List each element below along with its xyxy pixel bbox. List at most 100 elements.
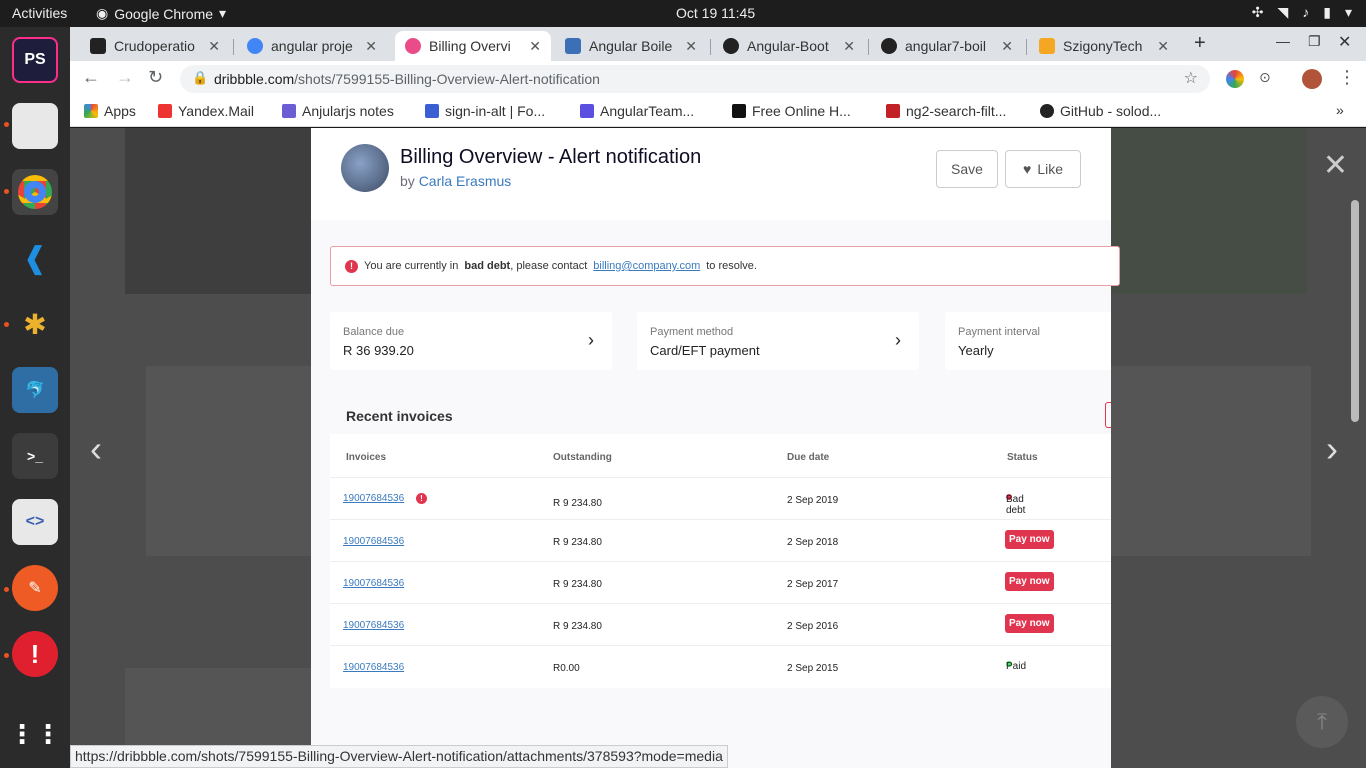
pay-now-button[interactable]: Pay now xyxy=(1005,530,1054,549)
pay-now-button[interactable]: Pay now xyxy=(1005,572,1054,591)
vscode-icon[interactable]: ❰ xyxy=(12,235,58,281)
alert-text: to resolve. xyxy=(706,260,757,272)
outstanding-amount: R 9 234.80 xyxy=(553,537,602,548)
bookmark-yandex-mail[interactable]: Yandex.Mail xyxy=(158,103,254,119)
payment-interval-card[interactable]: Payment interval Yearly xyxy=(945,312,1111,370)
close-tab-icon[interactable]: ✕ xyxy=(685,38,697,55)
invoice-link[interactable]: 19007684536 xyxy=(343,620,404,631)
invoice-link[interactable]: 19007684536 xyxy=(343,578,404,589)
bookmark-free-online[interactable]: Free Online H... xyxy=(732,103,851,119)
bookmark-ng2-search[interactable]: ng2-search-filt... xyxy=(886,103,1006,119)
clock[interactable]: Oct 19 11:45 xyxy=(676,5,755,21)
github-icon xyxy=(723,38,739,54)
notes-icon xyxy=(282,104,296,118)
terminal-icon[interactable]: >_ xyxy=(12,433,58,479)
code-editor-icon[interactable]: <> xyxy=(12,499,58,545)
author-link[interactable]: Carla Erasmus xyxy=(419,173,512,189)
mysql-workbench-icon[interactable]: 🐬 xyxy=(12,367,58,413)
tab-separator xyxy=(233,39,234,55)
close-tab-icon[interactable]: ✕ xyxy=(1001,38,1013,55)
by-prefix: by xyxy=(400,173,415,189)
chevron-down-icon: ▾ xyxy=(219,5,227,21)
chevron-right-icon: › xyxy=(588,330,594,350)
tab-angular-boilerplate[interactable]: Angular Boile ✕ xyxy=(555,31,707,61)
link-status-bar: https://dribbble.com/shots/7599155-Billi… xyxy=(70,745,728,768)
balance-due-card[interactable]: Balance due R 36 939.20 › xyxy=(330,312,612,370)
bookmark-sign-in-alt[interactable]: sign-in-alt | Fo... xyxy=(425,103,545,119)
like-button[interactable]: ♥ Like xyxy=(1005,150,1081,188)
close-tab-icon[interactable]: ✕ xyxy=(208,38,220,55)
wifi-icon: ◥ xyxy=(1277,4,1289,20)
invoice-link[interactable]: 19007684536 xyxy=(343,662,404,673)
profile-avatar[interactable] xyxy=(1302,69,1322,89)
apps-icon xyxy=(84,104,98,118)
author-avatar[interactable] xyxy=(341,144,389,192)
bookmark-angularteam[interactable]: AngularTeam... xyxy=(580,103,694,119)
back-button[interactable]: ← xyxy=(82,67,100,88)
background-shot xyxy=(125,128,315,294)
postman-icon[interactable]: ✎ xyxy=(12,565,58,611)
scrollbar-thumb[interactable] xyxy=(1351,200,1359,422)
outstanding-amount: R 9 234.80 xyxy=(553,579,602,590)
close-modal-icon[interactable]: ✕ xyxy=(1323,148,1348,183)
files-icon[interactable] xyxy=(12,103,58,149)
bookmark-github-solod[interactable]: GitHub - solod... xyxy=(1040,103,1161,119)
system-tray[interactable]: ✣ ◥ ♪ ▮ ▾ xyxy=(1252,4,1352,21)
tab-crudoperation[interactable]: Crudoperatio ✕ xyxy=(80,31,230,61)
bookmark-anjularjs-notes[interactable]: Anjularjs notes xyxy=(282,103,394,119)
maximize-button[interactable]: ❐ xyxy=(1308,33,1321,50)
close-tab-icon[interactable]: ✕ xyxy=(529,38,541,55)
next-shot-arrow[interactable]: › xyxy=(1326,428,1338,470)
new-tab-button[interactable]: + xyxy=(1194,32,1206,55)
menu-icon[interactable]: ⋮ xyxy=(1338,67,1356,88)
close-tab-icon[interactable]: ✕ xyxy=(843,38,855,55)
billing-email-link[interactable]: billing@company.com xyxy=(593,260,700,272)
forward-button[interactable]: → xyxy=(116,67,134,88)
bookmark-star-icon[interactable]: ☆ xyxy=(1184,68,1198,88)
extension-color-icon[interactable] xyxy=(1226,70,1244,88)
app-grid-icon[interactable]: ⋮⋮ xyxy=(9,711,61,757)
extension-icon[interactable]: ⊙ xyxy=(1259,69,1271,86)
tab-szigonytech[interactable]: SzigonyTech ✕ xyxy=(1029,31,1179,61)
invoice-link[interactable]: 19007684536 xyxy=(343,536,404,547)
close-tab-icon[interactable]: ✕ xyxy=(365,38,377,55)
bookmarks-bar: Apps Yandex.Mail Anjularjs notes sign-in… xyxy=(70,97,1366,127)
previous-shot-arrow[interactable]: ‹ xyxy=(90,428,102,470)
payment-method-card[interactable]: Payment method Card/EFT payment › xyxy=(637,312,919,370)
scroll-to-top-button[interactable]: ⤒ xyxy=(1296,696,1348,748)
address-bar[interactable]: 🔒 dribbble.com/shots/7599155-Billing-Ove… xyxy=(180,65,1210,93)
pay-now-button[interactable]: Pay now xyxy=(1005,614,1054,633)
invoice-link[interactable]: 19007684536 xyxy=(343,493,404,504)
tab-billing-overview[interactable]: Billing Overvi ✕ xyxy=(395,31,551,61)
table-row: 19007684536 R 9 234.80 2 Sep 2017 Pay no… xyxy=(330,562,1111,604)
outstanding-amount: R0.00 xyxy=(553,663,580,674)
app-menu[interactable]: ◉ Google Chrome ▾ xyxy=(96,5,226,22)
tab-separator xyxy=(710,39,711,55)
github-icon xyxy=(881,38,897,54)
close-window-button[interactable]: ✕ xyxy=(1338,32,1351,52)
tab-angular-project[interactable]: angular proje ✕ xyxy=(237,31,387,61)
save-button[interactable]: Save xyxy=(936,150,998,188)
activities-button[interactable]: Activities xyxy=(12,5,67,21)
due-date: 2 Sep 2019 xyxy=(787,495,839,506)
tab-angular7-boilerplate[interactable]: angular7-boil ✕ xyxy=(871,31,1023,61)
table-row: 19007684536 R 9 234.80 2 Sep 2018 Pay no… xyxy=(330,520,1111,562)
slack-icon[interactable]: ✱ xyxy=(12,301,58,347)
running-indicator xyxy=(4,122,9,127)
chrome-icon[interactable] xyxy=(12,169,58,215)
alert-app-icon[interactable]: ! xyxy=(12,631,58,677)
flag-icon xyxy=(425,104,439,118)
page-content: ‹ › ✕ Billing Overview - Alert notificat… xyxy=(70,128,1366,768)
card-value: Card/EFT payment xyxy=(650,343,760,358)
chrome-icon: ◉ xyxy=(96,5,109,21)
bookmark-apps[interactable]: Apps xyxy=(84,103,136,119)
tab-angular-boot[interactable]: Angular-Boot ✕ xyxy=(713,31,865,61)
tab-label: Angular-Boot xyxy=(747,38,829,54)
phpstorm-icon[interactable]: PS xyxy=(12,37,58,83)
more-bookmarks-icon[interactable]: » xyxy=(1336,102,1344,118)
minimize-button[interactable]: — xyxy=(1276,33,1290,49)
header-action-button[interactable] xyxy=(1105,402,1111,428)
running-indicator xyxy=(4,653,9,658)
close-tab-icon[interactable]: ✕ xyxy=(1157,38,1169,55)
reload-button[interactable]: ↻ xyxy=(148,67,163,88)
